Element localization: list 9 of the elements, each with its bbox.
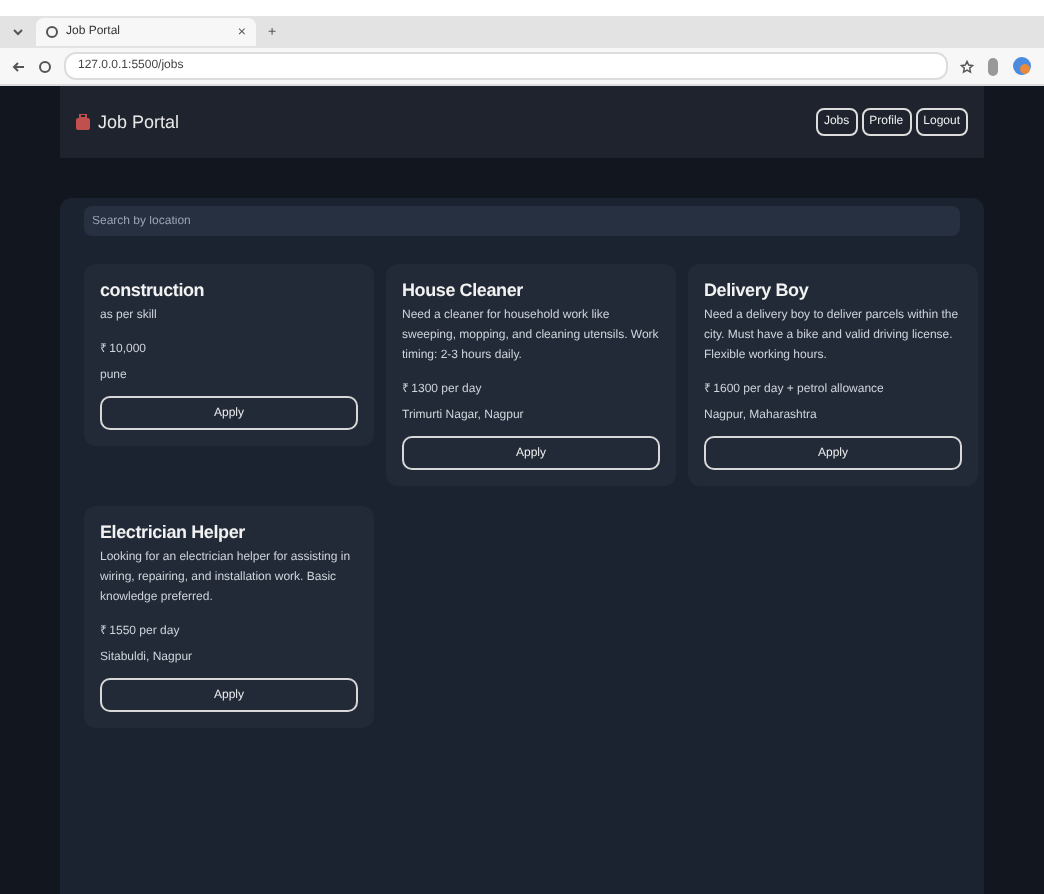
job-title: Delivery Boy bbox=[704, 280, 811, 300]
job-title: Electrician Helper bbox=[100, 522, 247, 542]
briefcase-icon bbox=[76, 114, 90, 130]
job-title: House Cleaner bbox=[402, 280, 525, 300]
star-icon[interactable] bbox=[960, 59, 974, 73]
back-arrow-icon[interactable] bbox=[12, 59, 26, 73]
chevron-down-icon[interactable] bbox=[12, 26, 24, 38]
brand-title: Job Portal bbox=[98, 112, 180, 132]
job-title: construction bbox=[100, 280, 207, 300]
